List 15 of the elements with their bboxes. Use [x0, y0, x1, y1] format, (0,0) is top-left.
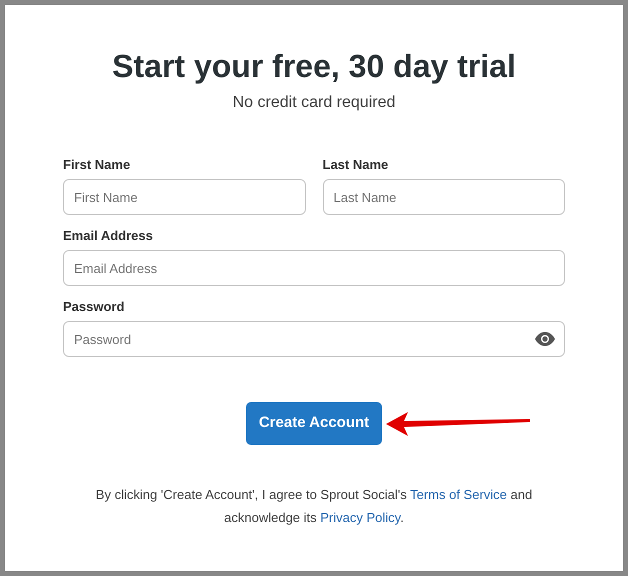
field-label: Password [63, 299, 126, 315]
terms-link[interactable]: Terms of Service [410, 487, 507, 502]
eye-icon[interactable] [535, 332, 555, 346]
input-field[interactable]: Password [63, 321, 565, 357]
field-label: First Name [63, 157, 132, 173]
input-field[interactable]: Email Address [63, 250, 565, 286]
input-field[interactable]: Last Name [322, 179, 565, 215]
input-field[interactable]: First Name [63, 179, 306, 215]
field-label: Last Name [322, 157, 390, 173]
privacy-link[interactable]: Privacy Policy [320, 510, 400, 525]
subheading: No credit card required [232, 93, 396, 113]
create-account-button[interactable]: Create Account [246, 402, 382, 445]
terms-text: By clicking 'Create Account', I agree to Sprout Social's Terms of Service and acknowledge its Privacy Policy. [94, 486, 534, 527]
field-label: Email Address [63, 228, 154, 244]
page-heading: Start your free, 30 day trial [112, 47, 516, 86]
